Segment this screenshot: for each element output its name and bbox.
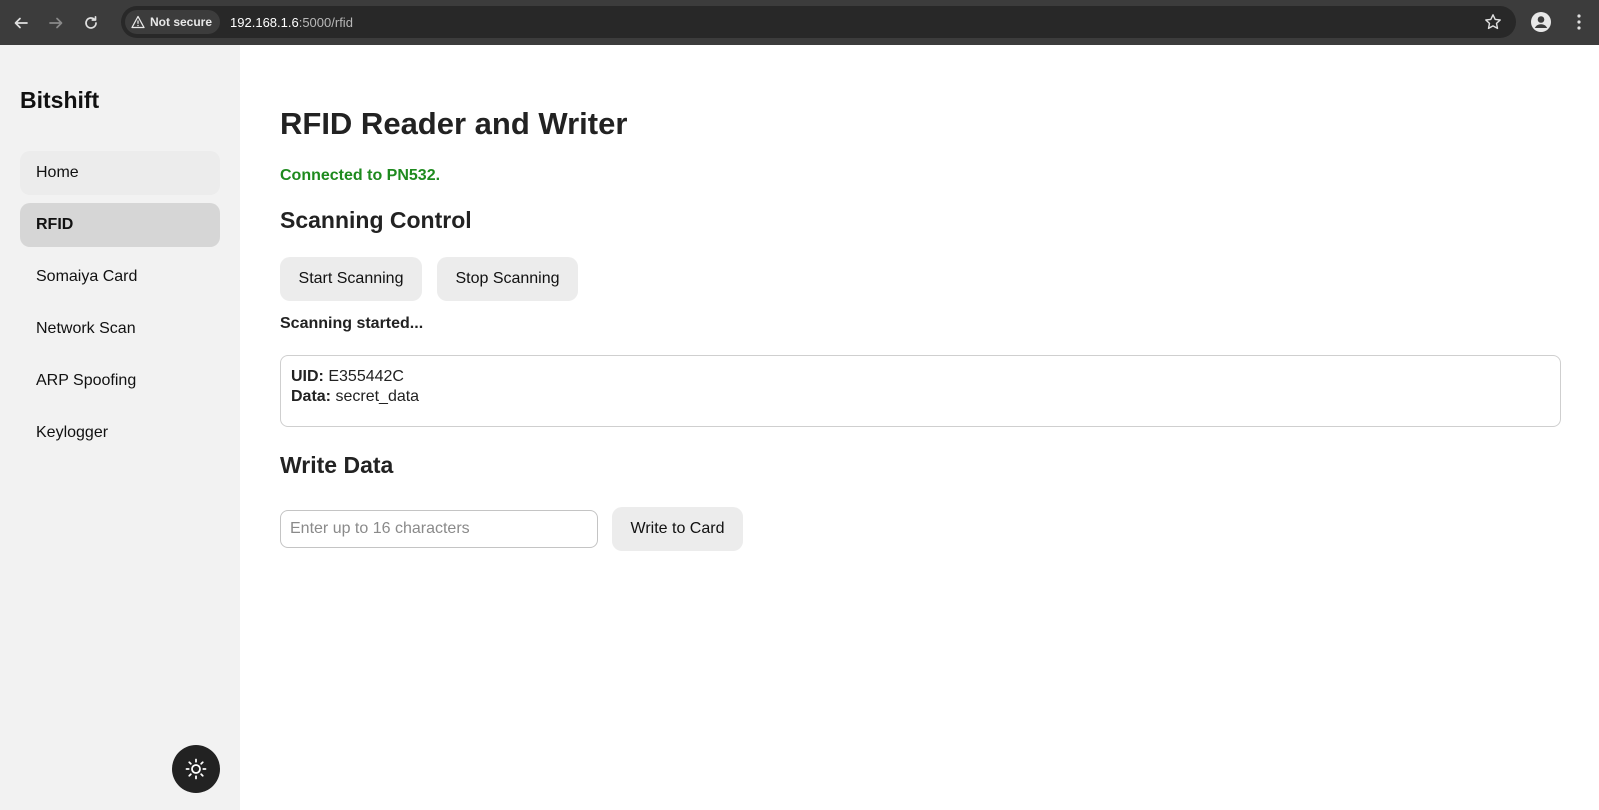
- stop-scanning-button[interactable]: Stop Scanning: [437, 257, 578, 301]
- forward-button[interactable]: [42, 9, 70, 37]
- arrow-right-icon: [49, 17, 63, 28]
- reload-button[interactable]: [77, 9, 105, 37]
- write-data-input[interactable]: [280, 510, 598, 548]
- scanning-state: Scanning started...: [280, 315, 424, 332]
- url-text: 192.168.1.6:5000/rfid: [230, 15, 353, 30]
- security-indicator[interactable]: Not secure: [125, 10, 221, 34]
- sidebar-item-rfid[interactable]: RFID: [20, 203, 220, 247]
- security-label: Not secure: [150, 15, 213, 29]
- uid-line: UID: E355442C: [291, 367, 1550, 387]
- page-title: RFID Reader and Writer: [280, 106, 628, 141]
- warning-icon: [131, 15, 145, 29]
- scan-result-box: UID: E355442C Data: secret_data: [280, 355, 1561, 427]
- sidebar-item-keylogger[interactable]: Keylogger: [20, 411, 220, 455]
- connection-status: Connected to PN532.: [280, 167, 441, 184]
- profile-icon[interactable]: [1530, 11, 1552, 33]
- sidebar: Bitshift Home RFID Somaiya Card Network …: [0, 45, 240, 810]
- url-path: :5000/rfid: [298, 14, 353, 30]
- data-line: Data: secret_data: [291, 387, 1550, 407]
- start-scanning-button[interactable]: Start Scanning: [280, 257, 422, 301]
- arrow-left-icon: [14, 17, 28, 28]
- url-host: 192.168.1.6: [230, 14, 299, 30]
- sun-icon: [185, 758, 207, 780]
- back-button[interactable]: [7, 9, 35, 37]
- sidebar-item-arp-spoofing[interactable]: ARP Spoofing: [20, 359, 220, 403]
- sidebar-nav: Home RFID Somaiya Card Network Scan ARP …: [20, 151, 220, 463]
- write-data-title: Write Data: [280, 452, 394, 478]
- uid-value: E355442C: [328, 368, 404, 385]
- reload-icon: [85, 15, 97, 29]
- address-bar[interactable]: Not secure 192.168.1.6:5000/rfid: [121, 6, 1516, 38]
- sidebar-item-network-scan[interactable]: Network Scan: [20, 307, 220, 351]
- bookmark-star-icon[interactable]: [1484, 13, 1502, 31]
- more-menu-icon[interactable]: [1568, 11, 1590, 33]
- data-value: secret_data: [335, 388, 420, 405]
- sidebar-item-home[interactable]: Home: [20, 151, 220, 195]
- write-to-card-button[interactable]: Write to Card: [612, 507, 743, 551]
- theme-toggle-button[interactable]: [172, 745, 220, 793]
- brand-title: Bitshift: [20, 87, 100, 113]
- sidebar-item-somaiya-card[interactable]: Somaiya Card: [20, 255, 220, 299]
- browser-toolbar: Not secure 192.168.1.6:5000/rfid: [0, 0, 1599, 45]
- uid-key: UID:: [291, 368, 324, 385]
- data-key: Data:: [291, 388, 332, 405]
- scanning-control-title: Scanning Control: [280, 207, 472, 233]
